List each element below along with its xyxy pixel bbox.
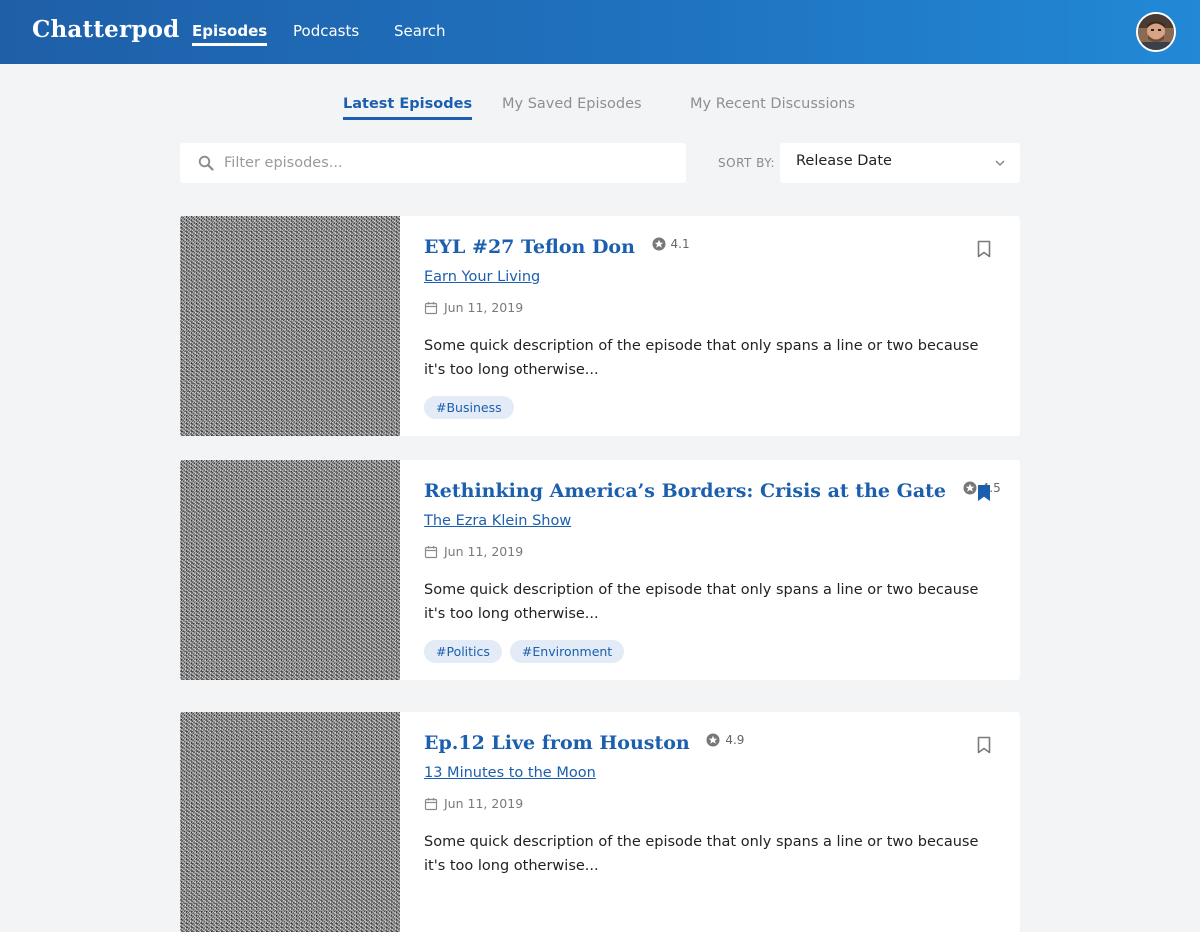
episode-thumbnail[interactable]: [180, 460, 400, 680]
top-navigation-bar: Chatterpod Episodes Podcasts Search: [0, 0, 1200, 64]
tag-business[interactable]: #Business: [424, 396, 514, 419]
sort-dropdown[interactable]: Release Date: [780, 143, 1020, 183]
bookmark-filled-icon: [978, 485, 990, 501]
star-badge-icon: [963, 481, 977, 495]
episode-rating: 4.9: [706, 733, 744, 747]
app-logo[interactable]: Chatterpod: [32, 16, 179, 43]
tab-recent-discussions[interactable]: My Recent Discussions: [690, 96, 855, 112]
calendar-icon: [424, 797, 438, 810]
user-avatar[interactable]: [1136, 12, 1176, 52]
episode-date-row: Jun 11, 2019: [424, 544, 523, 559]
tag-environment[interactable]: #Environment: [509, 640, 625, 663]
filter-input[interactable]: [224, 143, 664, 183]
episode-tabs: Latest Episodes My Saved Episodes My Rec…: [0, 96, 1200, 126]
episode-rating: 4.1: [652, 237, 690, 251]
chevron-down-icon: [995, 160, 1005, 167]
tab-latest-episodes[interactable]: Latest Episodes: [343, 96, 473, 120]
tag-politics[interactable]: #Politics: [424, 640, 502, 663]
calendar-icon: [424, 545, 438, 558]
nav-episodes-label: Episodes: [192, 22, 268, 40]
episode-title[interactable]: Ep.12 Live from Houston: [424, 732, 690, 754]
episode-thumbnail[interactable]: [180, 712, 400, 932]
nav-active-indicator: [192, 43, 268, 46]
episode-date: Jun 11, 2019: [444, 300, 524, 315]
episode-date-row: Jun 11, 2019: [424, 300, 523, 315]
tab-latest-episodes-label: Latest Episodes: [343, 96, 473, 112]
bookmark-outline-icon: [977, 736, 991, 754]
nav-search-label: Search: [394, 22, 446, 40]
episode-date: Jun 11, 2019: [444, 544, 524, 559]
episode-date: Jun 11, 2019: [444, 796, 524, 811]
episode-card[interactable]: Rethinking America’s Borders: Crisis at …: [180, 460, 1020, 680]
rating-value: 4.1: [670, 237, 690, 251]
episode-description: Some quick description of the episode th…: [424, 834, 979, 874]
bookmark-button[interactable]: [976, 736, 992, 758]
filter-box: [180, 143, 686, 183]
episode-card[interactable]: Ep.12 Live from Houston 4.9 13 Minutes t…: [180, 712, 1020, 932]
nav-podcasts-label: Podcasts: [293, 22, 360, 40]
episode-tags: #Business: [424, 396, 514, 419]
tab-saved-episodes-label: My Saved Episodes: [502, 96, 642, 112]
episode-tags: #Politics #Environment: [424, 640, 625, 663]
tab-recent-discussions-label: My Recent Discussions: [690, 96, 856, 112]
nav-search[interactable]: Search: [394, 22, 446, 40]
rating-value: 4.9: [725, 733, 745, 747]
podcast-link[interactable]: 13 Minutes to the Moon: [424, 765, 596, 781]
tab-active-indicator: [343, 117, 473, 120]
episode-date-row: Jun 11, 2019: [424, 796, 523, 811]
avatar-image: [1138, 14, 1174, 50]
episode-title[interactable]: Rethinking America’s Borders: Crisis at …: [424, 480, 946, 502]
bookmark-button[interactable]: [976, 484, 992, 506]
bookmark-button[interactable]: [976, 240, 992, 262]
episode-card[interactable]: EYL #27 Teflon Don 4.1 Earn Your Living …: [180, 216, 1020, 436]
nav-episodes[interactable]: Episodes: [192, 22, 268, 46]
episode-title[interactable]: EYL #27 Teflon Don: [424, 236, 635, 258]
episode-description: Some quick description of the episode th…: [424, 582, 979, 622]
calendar-icon: [424, 301, 438, 314]
star-badge-icon: [706, 733, 720, 747]
sort-selected-value: Release Date: [796, 153, 892, 169]
sort-label: SORT BY:: [718, 156, 776, 170]
episode-description: Some quick description of the episode th…: [424, 338, 979, 378]
podcast-link[interactable]: Earn Your Living: [424, 269, 540, 285]
episode-thumbnail[interactable]: [180, 216, 400, 436]
bookmark-outline-icon: [977, 240, 991, 258]
star-badge-icon: [652, 237, 666, 251]
episode-title-row: Ep.12 Live from Houston 4.9: [424, 732, 744, 754]
search-icon: [198, 155, 214, 171]
tab-saved-episodes[interactable]: My Saved Episodes: [502, 96, 642, 112]
episode-title-row: EYL #27 Teflon Don 4.1: [424, 236, 690, 258]
episode-title-row: Rethinking America’s Borders: Crisis at …: [424, 480, 1001, 502]
nav-podcasts[interactable]: Podcasts: [293, 22, 359, 40]
podcast-link[interactable]: The Ezra Klein Show: [424, 513, 571, 529]
